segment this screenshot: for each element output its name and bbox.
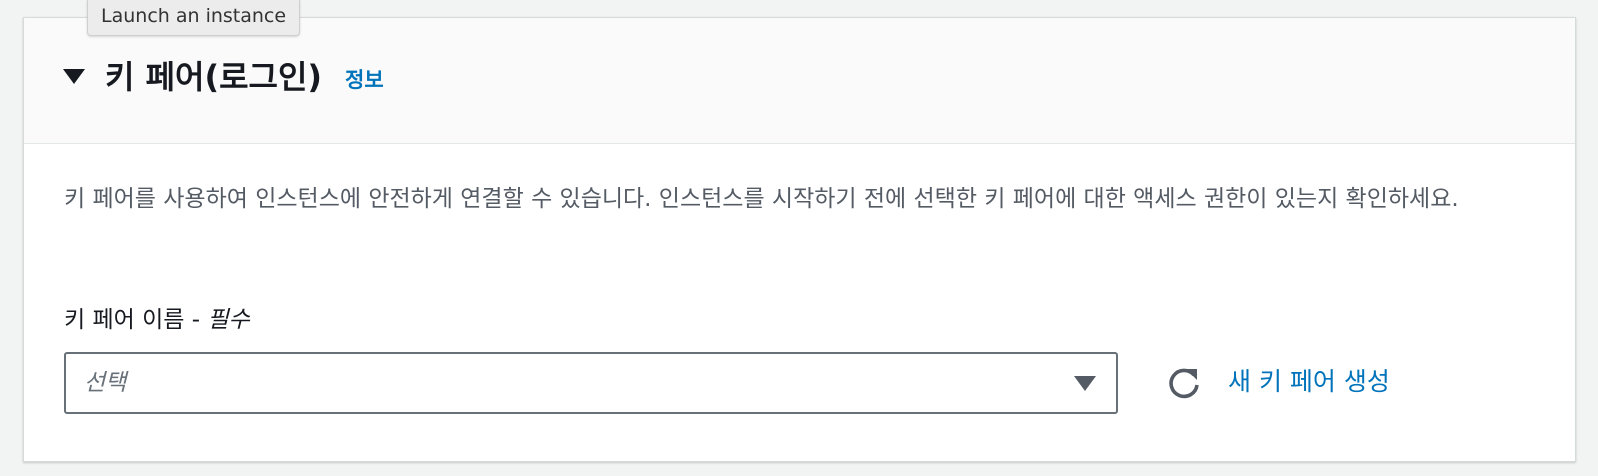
create-key-pair-link[interactable]: 새 키 페어 생성 — [1228, 365, 1390, 399]
dropdown-caret-icon — [1074, 376, 1096, 391]
key-pair-name-label: 키 페어 이름 - 필수 — [64, 304, 250, 336]
required-indicator: 필수 — [207, 307, 250, 333]
refresh-icon-svg — [1169, 368, 1199, 399]
refresh-icon[interactable] — [1164, 363, 1204, 403]
panel-header: 키 페어(로그인) 정보 — [24, 18, 1575, 144]
field-label-text: 키 페어 이름 - — [64, 307, 208, 333]
select-placeholder: 선택 — [84, 370, 127, 396]
collapse-caret-icon[interactable] — [63, 69, 85, 84]
section-title: 키 페어(로그인) — [105, 58, 323, 96]
key-pair-select[interactable]: 선택 — [64, 352, 1118, 414]
key-pair-panel: 키 페어(로그인) 정보 키 페어를 사용하여 인스턴스에 안전하게 연결할 수… — [23, 17, 1576, 462]
section-description: 키 페어를 사용하여 인스턴스에 안전하게 연결할 수 있습니다. 인스턴스를 … — [64, 186, 1459, 212]
tooltip: Launch an instance — [87, 0, 301, 36]
info-link[interactable]: 정보 — [345, 66, 384, 94]
